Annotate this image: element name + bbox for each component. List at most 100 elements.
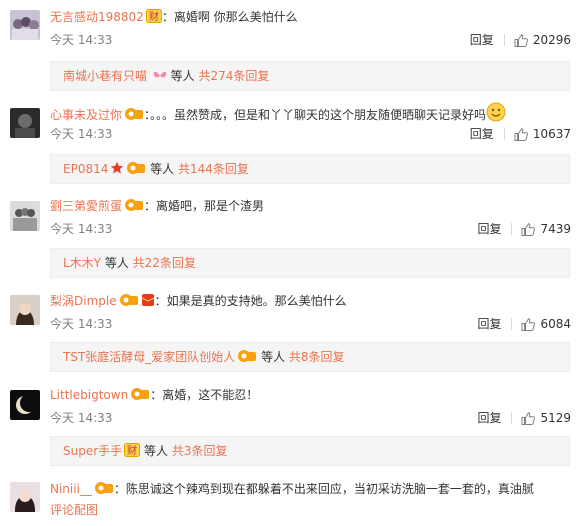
comment-header: Littlebigtown ：离婚，这不能忍！ — [50, 386, 258, 404]
comment-header: 无言感动198802 财：离婚啊 你那么美怕什么 — [50, 8, 298, 26]
comment-header: Niniii__ ：陈思诚这个辣鸡到现在都躲着不出来回应，当初采访洗脑一套一套的，… — [50, 480, 534, 498]
divider — [503, 128, 505, 140]
comment-actions: 回复 6084 — [477, 316, 571, 332]
avatar[interactable] — [10, 201, 40, 231]
fortune-badge-label: 财 — [149, 10, 159, 23]
reply-total-link[interactable]: 共144条回复 — [178, 162, 249, 176]
comment-time: 今天 14:33 — [50, 127, 113, 141]
avatar[interactable] — [10, 108, 40, 138]
comment-actions: 回复 7439 — [477, 221, 571, 237]
reply-mid-text: 等人 — [140, 444, 172, 458]
reply-username[interactable]: 南城小巷有只喵 — [63, 69, 147, 83]
like-button[interactable]: 5129 — [521, 410, 571, 426]
divider — [511, 412, 513, 424]
like-button[interactable]: 6084 — [521, 316, 571, 332]
username-link[interactable]: Littlebigtown — [50, 388, 128, 402]
reply-username[interactable]: EP0814 — [63, 162, 108, 176]
comment-header: 劉三弟愛煎蛋 ：离婚吧，那是个渣男 — [50, 197, 264, 215]
reply-username[interactable]: L木木Y — [63, 256, 101, 270]
vip-level-icon — [124, 107, 144, 126]
username-link[interactable]: Niniii__ — [50, 482, 92, 496]
reply-username[interactable]: Super手手 — [63, 444, 122, 458]
fortune-badge-icon: 财 — [124, 439, 141, 467]
thumbs-up-icon — [514, 33, 528, 47]
reply-total-link[interactable]: 共22条回复 — [133, 256, 196, 270]
like-count: 20296 — [532, 33, 571, 47]
like-count: 5129 — [540, 411, 571, 425]
like-button[interactable]: 10637 — [514, 126, 571, 142]
comment-text: ：陈思诚这个辣鸡到现在都躲着不出来回应，当初采访洗脑一套一套的，真油腻 — [113, 482, 534, 496]
username-link[interactable]: 梨涡Dimple — [50, 294, 117, 308]
username-link[interactable]: 心事未及过你 — [50, 108, 122, 122]
avatar[interactable] — [10, 10, 40, 40]
vip-level-icon — [124, 198, 144, 217]
reply-button[interactable]: 回复 — [470, 32, 494, 48]
comment-actions: 回复 20296 — [470, 32, 571, 48]
vip-level-icon — [130, 387, 150, 406]
comment-time: 今天 14:33 — [50, 222, 113, 236]
avatar[interactable] — [10, 390, 40, 420]
comment-item: 无言感动198802 财：离婚啊 你那么美怕什么 今天 14:33 回复 2029… — [0, 8, 582, 96]
like-count: 10637 — [532, 127, 571, 141]
username-link[interactable]: 劉三弟愛煎蛋 — [50, 199, 122, 213]
reply-summary[interactable]: 南城小巷有只喵 等人 共274条回复 — [50, 61, 570, 91]
vip-level-icon — [94, 481, 114, 500]
avatar[interactable] — [10, 482, 40, 512]
comment-item: Niniii__ ：陈思诚这个辣鸡到现在都躲着不出来回应，当初采访洗脑一套一套的，… — [0, 480, 582, 526]
like-count: 7439 — [540, 222, 571, 236]
comment-text: ：离婚啊 你那么美怕什么 — [161, 10, 298, 24]
thumbs-up-icon — [514, 127, 528, 141]
comment-time: 今天 14:33 — [50, 317, 113, 331]
thumbs-up-icon — [521, 317, 536, 331]
reply-mid-text: 等人 — [101, 256, 133, 270]
like-button[interactable]: 7439 — [521, 221, 571, 237]
reply-button[interactable]: 回复 — [477, 316, 501, 332]
vip-level-icon — [237, 345, 257, 373]
thumbs-up-icon — [521, 411, 536, 425]
comment-item: 心事未及过你 ：。。。虽然赞成，但是和丫丫聊天的这个朋友随便晒聊天记录好吗 今天 … — [0, 102, 582, 190]
divider — [511, 318, 513, 330]
username-link[interactable]: 无言感动198802 — [50, 10, 144, 24]
like-button[interactable]: 20296 — [514, 32, 571, 48]
like-count: 6084 — [540, 317, 571, 331]
fortune-badge-label: 财 — [127, 444, 137, 457]
red-star-icon — [110, 157, 124, 185]
comment-image-link[interactable]: 评论配图 — [50, 502, 98, 518]
thumbs-up-icon — [521, 222, 536, 236]
comment-item: 劉三弟愛煎蛋 ：离婚吧，那是个渣男 今天 14:33 回复 7439 L木木Y 等… — [0, 197, 582, 285]
comment-time: 今天 14:33 — [50, 33, 113, 47]
comment-actions: 回复 5129 — [477, 410, 571, 426]
vip-level-icon — [126, 157, 146, 185]
reply-button[interactable]: 回复 — [470, 126, 494, 142]
reply-summary[interactable]: EP0814 等人 共144条回复 — [50, 154, 570, 184]
comment-header: 梨涡Dimple ：如果是真的支持她。那么美怕什么 — [50, 292, 347, 310]
reply-username[interactable]: TST张庭活酵母_爱家团队创始人 — [63, 350, 235, 364]
reply-total-link[interactable]: 共8条回复 — [289, 350, 345, 364]
comment-text: ：离婚，这不能忍！ — [150, 388, 259, 402]
red-envelope-icon — [141, 293, 155, 312]
image-link-label[interactable]: 评论配图 — [50, 503, 98, 517]
reply-summary[interactable]: L木木Y 等人 共22条回复 — [50, 248, 570, 278]
reply-summary[interactable]: Super手手财 等人 共3条回复 — [50, 436, 570, 466]
comment-item: Littlebigtown ：离婚，这不能忍！ 今天 14:33 回复 5129 … — [0, 386, 582, 474]
reply-total-link[interactable]: 共3条回复 — [172, 444, 228, 458]
reply-summary[interactable]: TST张庭活酵母_爱家团队创始人 等人 共8条回复 — [50, 342, 570, 372]
reply-total-link[interactable]: 共274条回复 — [198, 69, 269, 83]
reply-button[interactable]: 回复 — [477, 410, 501, 426]
comment-text: ：。。。虽然赞成，但是和丫丫聊天的这个朋友随便晒聊天记录好吗 — [144, 108, 487, 122]
reply-button[interactable]: 回复 — [477, 221, 501, 237]
vip-level-icon — [119, 293, 139, 312]
comment-actions: 回复 10637 — [470, 126, 571, 142]
comment-header: 心事未及过你 ：。。。虽然赞成，但是和丫丫聊天的这个朋友随便晒聊天记录好吗 — [50, 102, 506, 122]
avatar[interactable] — [10, 295, 40, 325]
reply-mid-text: 等人 — [166, 69, 199, 83]
comment-text: ：离婚吧，那是个渣男 — [144, 199, 265, 213]
reply-mid-text: 等人 — [257, 350, 289, 364]
smile-emoji-icon — [486, 102, 506, 127]
comment-time: 今天 14:33 — [50, 411, 113, 425]
comment-text: ：如果是真的支持她。那么美怕什么 — [154, 294, 347, 308]
fortune-badge-icon: 财 — [145, 9, 162, 28]
butterfly-icon — [153, 64, 167, 92]
divider — [503, 34, 505, 46]
comment-item: 梨涡Dimple ：如果是真的支持她。那么美怕什么 今天 14:33 回复 608… — [0, 292, 582, 380]
